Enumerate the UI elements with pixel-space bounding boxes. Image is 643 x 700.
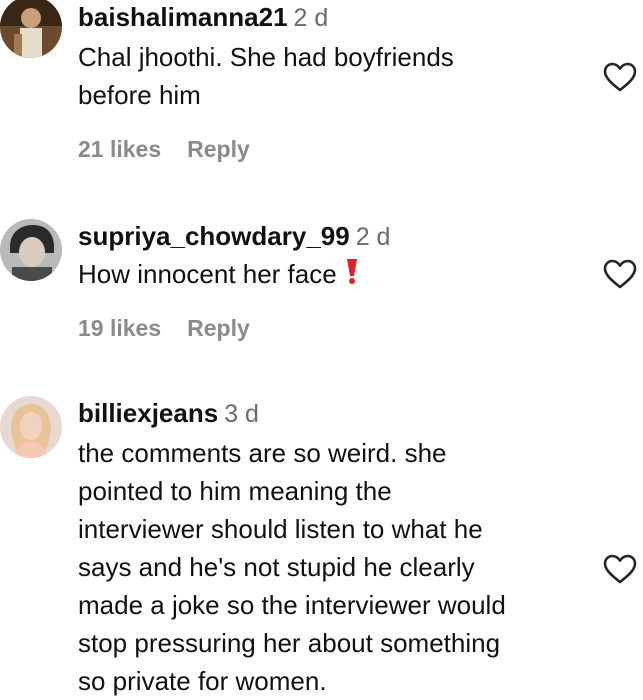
avatar[interactable] — [0, 396, 62, 458]
reply-button[interactable]: Reply — [187, 315, 250, 341]
comment-line-text: How innocent her face — [78, 259, 337, 289]
comment-line: the comments are so weird. she — [78, 438, 447, 468]
likes-count[interactable]: 19 likes — [78, 315, 161, 341]
comment-line: Chal jhoothi. She had boyfriends — [78, 42, 454, 72]
comment-line: made a joke so the interviewer would — [78, 590, 506, 620]
comment-line: pointed to him meaning the — [78, 476, 392, 506]
comment-line: before him — [78, 80, 201, 110]
red-exclamation-mark-icon — [343, 257, 361, 295]
reply-button[interactable]: Reply — [187, 136, 250, 162]
username[interactable]: billiexjeans — [78, 398, 218, 428]
timestamp: 2 d — [355, 223, 391, 251]
comment-header: baishalimanna21 2 d — [78, 2, 328, 33]
comment-line: stop pressuring her about something — [78, 628, 501, 658]
timestamp: 3 d — [224, 400, 259, 428]
heart-outline-icon[interactable] — [603, 62, 637, 92]
heart-outline-icon[interactable] — [603, 259, 637, 289]
avatar[interactable] — [0, 219, 62, 281]
comment-header: billiexjeans 3 d — [78, 398, 259, 429]
likes-count[interactable]: 21 likes — [78, 136, 161, 162]
timestamp: 2 d — [293, 4, 329, 32]
comment-line: How innocent her face — [78, 255, 598, 295]
comment-text: the comments are so weird. she pointed t… — [78, 434, 598, 700]
comment-actions: 21 likes Reply — [78, 136, 250, 163]
comment-text: How innocent her face — [78, 255, 598, 295]
username[interactable]: supriya_chowdary_99 — [78, 221, 350, 251]
heart-outline-icon[interactable] — [603, 554, 637, 584]
username[interactable]: baishalimanna21 — [78, 2, 288, 32]
comment-text: Chal jhoothi. She had boyfriends before … — [78, 38, 598, 114]
comment-line: interviewer should listen to what he — [78, 514, 483, 544]
comment-actions: 19 likes Reply — [78, 315, 250, 342]
avatar[interactable] — [0, 0, 62, 58]
comment-header: supriya_chowdary_99 2 d — [78, 221, 390, 252]
comment-line: so private for women. — [78, 666, 327, 696]
comment-line: says and he's not stupid he clearly — [78, 552, 475, 582]
